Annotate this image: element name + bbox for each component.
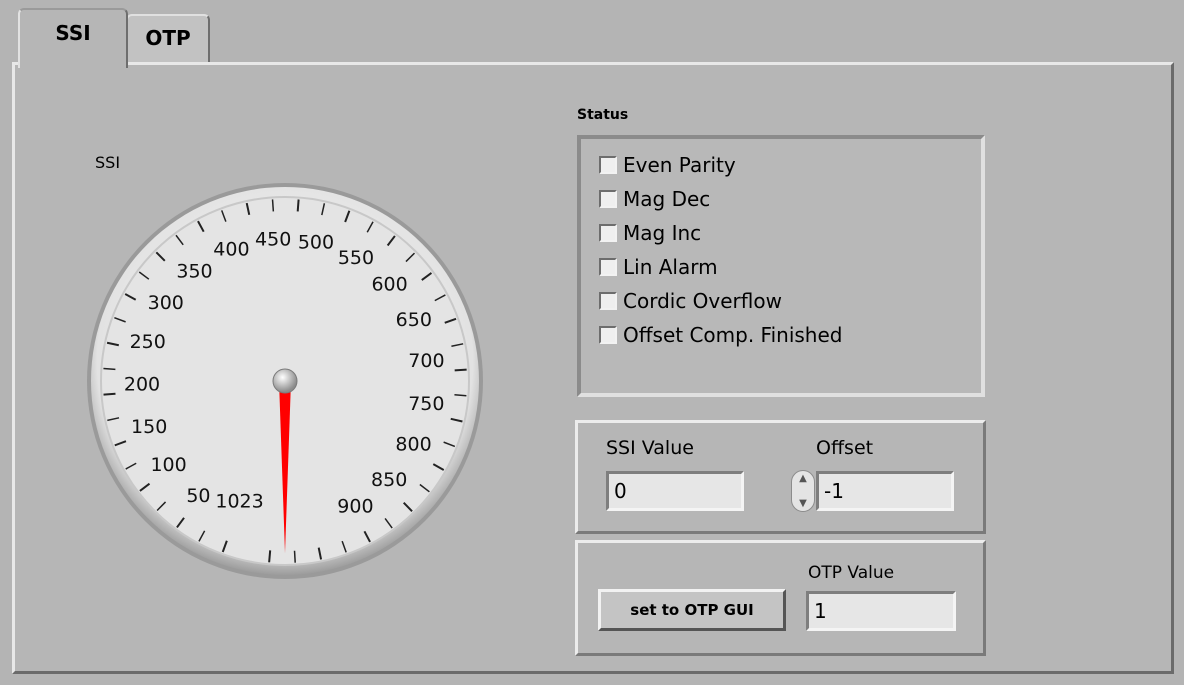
gauge-tick-mark (293, 550, 296, 563)
even-parity-checkbox[interactable] (599, 156, 617, 174)
status-item-label: Offset Comp. Finished (623, 323, 843, 347)
gauge-label: SSI (95, 153, 121, 172)
status-item-label: Mag Inc (623, 221, 702, 245)
tick-label-750: 750 (408, 393, 444, 415)
gauge-tick-mark (454, 368, 467, 372)
tab-ssi[interactable]: SSI (18, 8, 128, 68)
offset-label: Offset (816, 437, 874, 459)
status-label: Status (577, 107, 629, 123)
ssi-value-label: SSI Value (606, 437, 694, 459)
decrement-arrow-icon[interactable]: ▼ (799, 498, 807, 509)
tick-label-850: 850 (371, 469, 407, 491)
status-item-mag-dec[interactable]: Mag Dec (599, 185, 710, 213)
gauge-needle-pivot (272, 368, 298, 394)
increment-arrow-icon[interactable]: ▲ (799, 473, 807, 484)
gauge-tick-mark (103, 392, 116, 396)
tick-label-550: 550 (338, 247, 374, 269)
status-item-label: Lin Alarm (623, 255, 718, 279)
status-item-label: Mag Dec (623, 187, 711, 211)
status-item-lin-alarm[interactable]: Lin Alarm (599, 253, 718, 281)
set-to-otp-gui-button[interactable]: set to OTP GUI (598, 589, 786, 631)
mag-dec-checkbox[interactable] (599, 190, 617, 208)
gauge-tick-mark (268, 550, 272, 563)
status-item-even-parity[interactable]: Even Parity (599, 151, 736, 179)
status-item-offset-comp-finished[interactable]: Offset Comp. Finished (599, 321, 842, 349)
tick-label-300: 300 (148, 292, 184, 314)
mag-inc-checkbox[interactable] (599, 224, 617, 242)
tick-label-50: 50 (186, 485, 210, 507)
offset-spinner[interactable]: ▲ ▼ (791, 470, 815, 512)
otp-group: OTP Value set to OTP GUI 1 (575, 540, 986, 656)
gauge-tick-mark (454, 394, 467, 397)
tick-label-500: 500 (298, 231, 334, 253)
status-item-mag-inc[interactable]: Mag Inc (599, 219, 701, 247)
tick-label-1023: 1023 (215, 491, 263, 513)
offset-comp-finished-checkbox[interactable] (599, 326, 617, 344)
tab-otp[interactable]: OTP (126, 14, 210, 62)
gauge-tick-mark (296, 199, 300, 212)
status-item-label: Cordic Overflow (623, 289, 782, 313)
tick-label-100: 100 (150, 454, 186, 476)
tick-label-700: 700 (408, 350, 444, 372)
tick-label-800: 800 (395, 434, 431, 456)
status-item-label: Even Parity (623, 153, 736, 177)
otp-value-field[interactable]: 1 (806, 591, 956, 631)
tick-label-350: 350 (176, 260, 212, 282)
status-group: Even Parity Mag Dec Mag Inc Lin Alarm Co… (577, 135, 985, 397)
tick-label-450: 450 (255, 228, 291, 250)
tick-label-400: 400 (213, 238, 249, 260)
tick-label-650: 650 (396, 309, 432, 331)
ssi-tab-panel: SSI 50 100 150 200 250 300 350 400 450 5… (12, 62, 1174, 674)
tick-label-200: 200 (124, 373, 160, 395)
status-item-cordic-overflow[interactable]: Cordic Overflow (599, 287, 782, 315)
lin-alarm-checkbox[interactable] (599, 258, 617, 276)
tick-label-600: 600 (371, 273, 407, 295)
tick-label-250: 250 (130, 331, 166, 353)
otp-value-label: OTP Value (808, 563, 895, 583)
gauge-tick-mark (271, 199, 275, 212)
gauge-tick-mark (103, 367, 116, 371)
ssi-value-field[interactable]: 0 (606, 471, 744, 511)
tick-label-150: 150 (131, 416, 167, 438)
ssi-gauge: 50 100 150 200 250 300 350 400 450 500 5… (87, 183, 483, 579)
cordic-overflow-checkbox[interactable] (599, 292, 617, 310)
tick-label-900: 900 (337, 495, 373, 517)
offset-field[interactable]: -1 (816, 471, 954, 511)
ssi-offset-group: SSI Value 0 Offset ▲ ▼ -1 (575, 420, 986, 534)
